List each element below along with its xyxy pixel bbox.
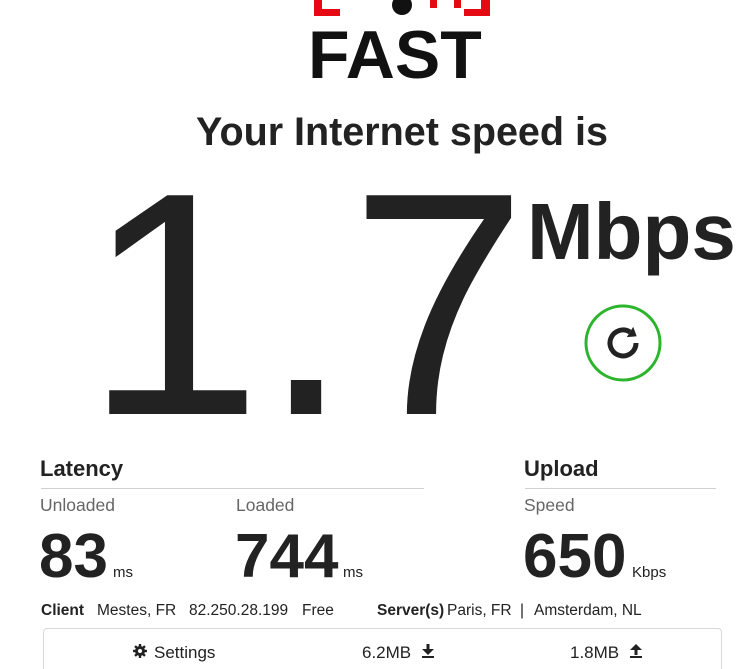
upload-speed-value: 650 [523,522,627,591]
downloaded-amount: 6.2MB [362,643,412,662]
server-item: Amsterdam, NL [534,602,642,619]
refresh-ring [584,304,662,382]
speed-test-page: { "logo": { "text": "FAST", "accent_colo… [0,0,745,669]
unloaded-label: Unloaded [40,495,115,515]
client-location: Mestes, FR [97,602,177,619]
latency-title: Latency [40,456,124,481]
refresh-button[interactable] [584,304,662,382]
upload-divider [525,488,716,489]
settings-button[interactable]: Settings [154,644,215,661]
client-label: Client [41,602,85,619]
upload-speed-unit: Kbps [632,564,667,581]
unloaded-latency-value: 83 [39,522,108,591]
unloaded-latency-unit: ms [113,564,133,581]
upload-title: Upload [524,456,599,481]
loaded-latency-unit: ms [343,564,363,581]
client-isp: Free [302,602,334,619]
download-arrow-icon [422,644,434,658]
latency-divider [41,488,424,489]
client-ip: 82.250.28.199 [189,602,289,619]
upload-speed-label: Speed [524,495,575,515]
uploaded-amount: 1.8MB [570,643,620,662]
loaded-label: Loaded [236,495,295,515]
server-item: Paris, FR [447,602,512,619]
gear-icon[interactable] [133,644,147,658]
fast-logo-text: FAST [308,17,482,93]
fast-logo-mark-icon [314,0,490,16]
speed-unit: Mbps [527,187,736,276]
servers-label: Server(s) [377,602,445,619]
server-separator: | [520,602,525,619]
speed-value: 1.7 [85,127,528,482]
loaded-latency-value: 744 [235,522,339,591]
upload-arrow-icon [630,644,642,658]
